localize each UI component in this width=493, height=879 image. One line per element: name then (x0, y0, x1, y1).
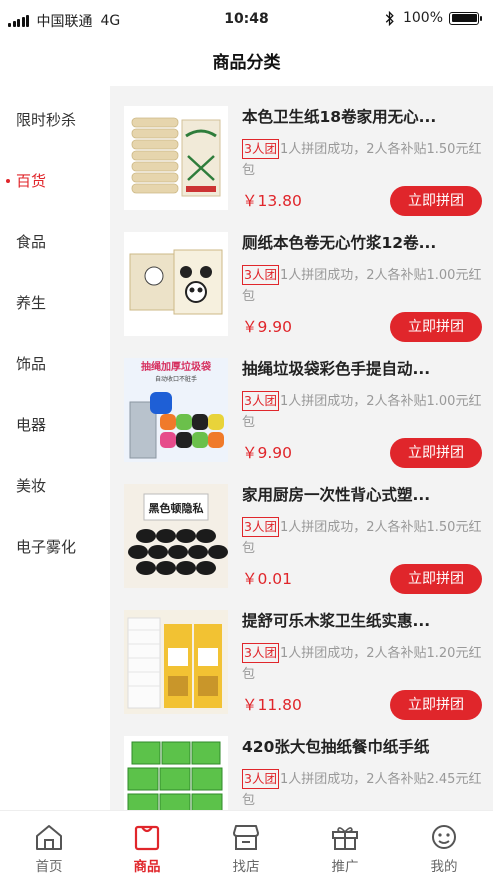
tab-label: 我的 (430, 859, 458, 875)
product-card[interactable]: 本色卫生纸18卷家用无心... 3人团 1人拼团成功，2人各补贴1.50元红包 ￥… (124, 100, 488, 226)
group-buy-desc: 3人团 1人拼团成功，2人各补贴1.50元红包 (242, 139, 486, 181)
product-image-panda-paper[interactable] (124, 232, 228, 336)
tab-label: 推广 (331, 859, 359, 875)
bottom-tab-bar: 首页 商品 找店 推广 我的 (0, 810, 493, 879)
product-price: ￥11.80 (242, 696, 302, 714)
category-item-health[interactable]: 养生 (0, 283, 110, 323)
product-image-toilet-paper[interactable] (124, 106, 228, 210)
group-buy-desc: 3人团 1人拼团成功，2人各补贴1.50元红包 (242, 517, 486, 559)
tab-products[interactable]: 商品 (98, 811, 196, 879)
category-item-food[interactable]: 食品 (0, 222, 110, 262)
tab-label: 商品 (133, 859, 161, 875)
category-sidebar: 限时秒杀 百货 食品 养生 饰品 电器 美妆 电子雾化 (0, 86, 110, 810)
tab-label: 首页 (35, 859, 63, 875)
product-price: ￥0.01 (242, 570, 293, 588)
battery-icon (449, 11, 482, 25)
product-image-garbage-bags[interactable]: 抽绳加厚垃圾袋 自动收口不脏手 (124, 358, 228, 462)
category-item-flash-sale[interactable]: 限时秒杀 (0, 100, 110, 140)
group-buy-button[interactable]: 立即拼团 (390, 690, 482, 720)
group-buy-button[interactable]: 立即拼团 (390, 312, 482, 342)
product-name[interactable]: 本色卫生纸18卷家用无心... (242, 106, 482, 128)
category-item-vape[interactable]: 电子雾化 (0, 527, 110, 567)
product-card[interactable]: 抽绳加厚垃圾袋 自动收口不脏手 抽绳垃圾袋彩色手提自动... 3人团 1人拼团成功… (124, 352, 488, 478)
product-name[interactable]: 抽绳垃圾袋彩色手提自动... (242, 358, 482, 380)
product-price: ￥13.80 (242, 192, 302, 210)
bluetooth-icon (385, 10, 394, 26)
tab-promote[interactable]: 推广 (296, 811, 394, 879)
product-name[interactable]: 厕纸本色卷无心竹浆12卷... (242, 232, 482, 254)
status-bar: 中国联通 4G 10:48 100% (0, 0, 493, 40)
image-caption-title: 黑色顿隐私 (149, 501, 204, 515)
group-badge: 3人团 (242, 391, 279, 411)
store-icon (233, 825, 259, 850)
tab-label: 找店 (232, 859, 260, 875)
category-item-general-merchandise[interactable]: 百货 (0, 161, 110, 201)
group-buy-button[interactable]: 立即拼团 (390, 186, 482, 216)
user-icon (432, 825, 456, 849)
group-buy-desc: 3人团 1人拼团成功，2人各补贴1.20元红包 (242, 643, 486, 685)
product-image-tissue-packs[interactable] (124, 736, 228, 810)
group-buy-button[interactable]: 立即拼团 (390, 438, 482, 468)
product-card[interactable]: 厕纸本色卷无心竹浆12卷... 3人团 1人拼团成功，2人各补贴1.00元红包 ￥… (124, 226, 488, 352)
product-card[interactable]: 提舒可乐木浆卫生纸实惠... 3人团 1人拼团成功，2人各补贴1.20元红包 ￥1… (124, 604, 488, 730)
group-badge: 3人团 (242, 265, 279, 285)
bag-icon (134, 825, 160, 851)
product-image-plastic-bags[interactable]: 黑色顿隐私 (124, 484, 228, 588)
nav-bar: 商品分类 (0, 40, 493, 86)
product-image-yellow-pack-paper[interactable] (124, 610, 228, 714)
image-caption-title: 抽绳加厚垃圾袋 (141, 360, 212, 373)
product-name[interactable]: 家用厨房一次性背心式塑... (242, 484, 482, 506)
page-title: 商品分类 (212, 53, 281, 73)
group-badge: 3人团 (242, 643, 279, 663)
gift-icon (332, 827, 358, 850)
product-card[interactable]: 420张大包抽纸餐巾纸手纸 3人团 1人拼团成功，2人各补贴2.45元红包 (124, 730, 488, 810)
tab-find-store[interactable]: 找店 (197, 811, 295, 879)
group-buy-desc: 3人团 1人拼团成功，2人各补贴1.00元红包 (242, 391, 486, 433)
image-caption-subtitle: 自动收口不脏手 (155, 375, 197, 383)
battery-percent: 100% (402, 10, 443, 26)
group-badge: 3人团 (242, 517, 279, 537)
tab-home[interactable]: 首页 (0, 811, 98, 879)
group-badge: 3人团 (242, 769, 279, 789)
group-badge: 3人团 (242, 139, 279, 159)
product-price: ￥9.90 (242, 444, 293, 462)
category-item-appliances[interactable]: 电器 (0, 405, 110, 445)
category-item-beauty[interactable]: 美妆 (0, 466, 110, 506)
product-name[interactable]: 420张大包抽纸餐巾纸手纸 (242, 736, 482, 758)
category-item-accessories[interactable]: 饰品 (0, 344, 110, 384)
group-buy-button[interactable]: 立即拼团 (390, 564, 482, 594)
product-name[interactable]: 提舒可乐木浆卫生纸实惠... (242, 610, 482, 632)
product-card[interactable]: 黑色顿隐私 家用厨房一次性背心式塑... 3人团 1人拼团成功，2人各补贴1.50… (124, 478, 488, 604)
product-list: 本色卫生纸18卷家用无心... 3人团 1人拼团成功，2人各补贴1.50元红包 ￥… (110, 86, 493, 810)
group-buy-desc: 3人团 1人拼团成功，2人各补贴2.45元红包 (242, 769, 486, 810)
tab-me[interactable]: 我的 (395, 811, 493, 879)
product-price: ￥9.90 (242, 318, 293, 336)
home-icon (36, 825, 62, 850)
group-buy-desc: 3人团 1人拼团成功，2人各补贴1.00元红包 (242, 265, 486, 307)
